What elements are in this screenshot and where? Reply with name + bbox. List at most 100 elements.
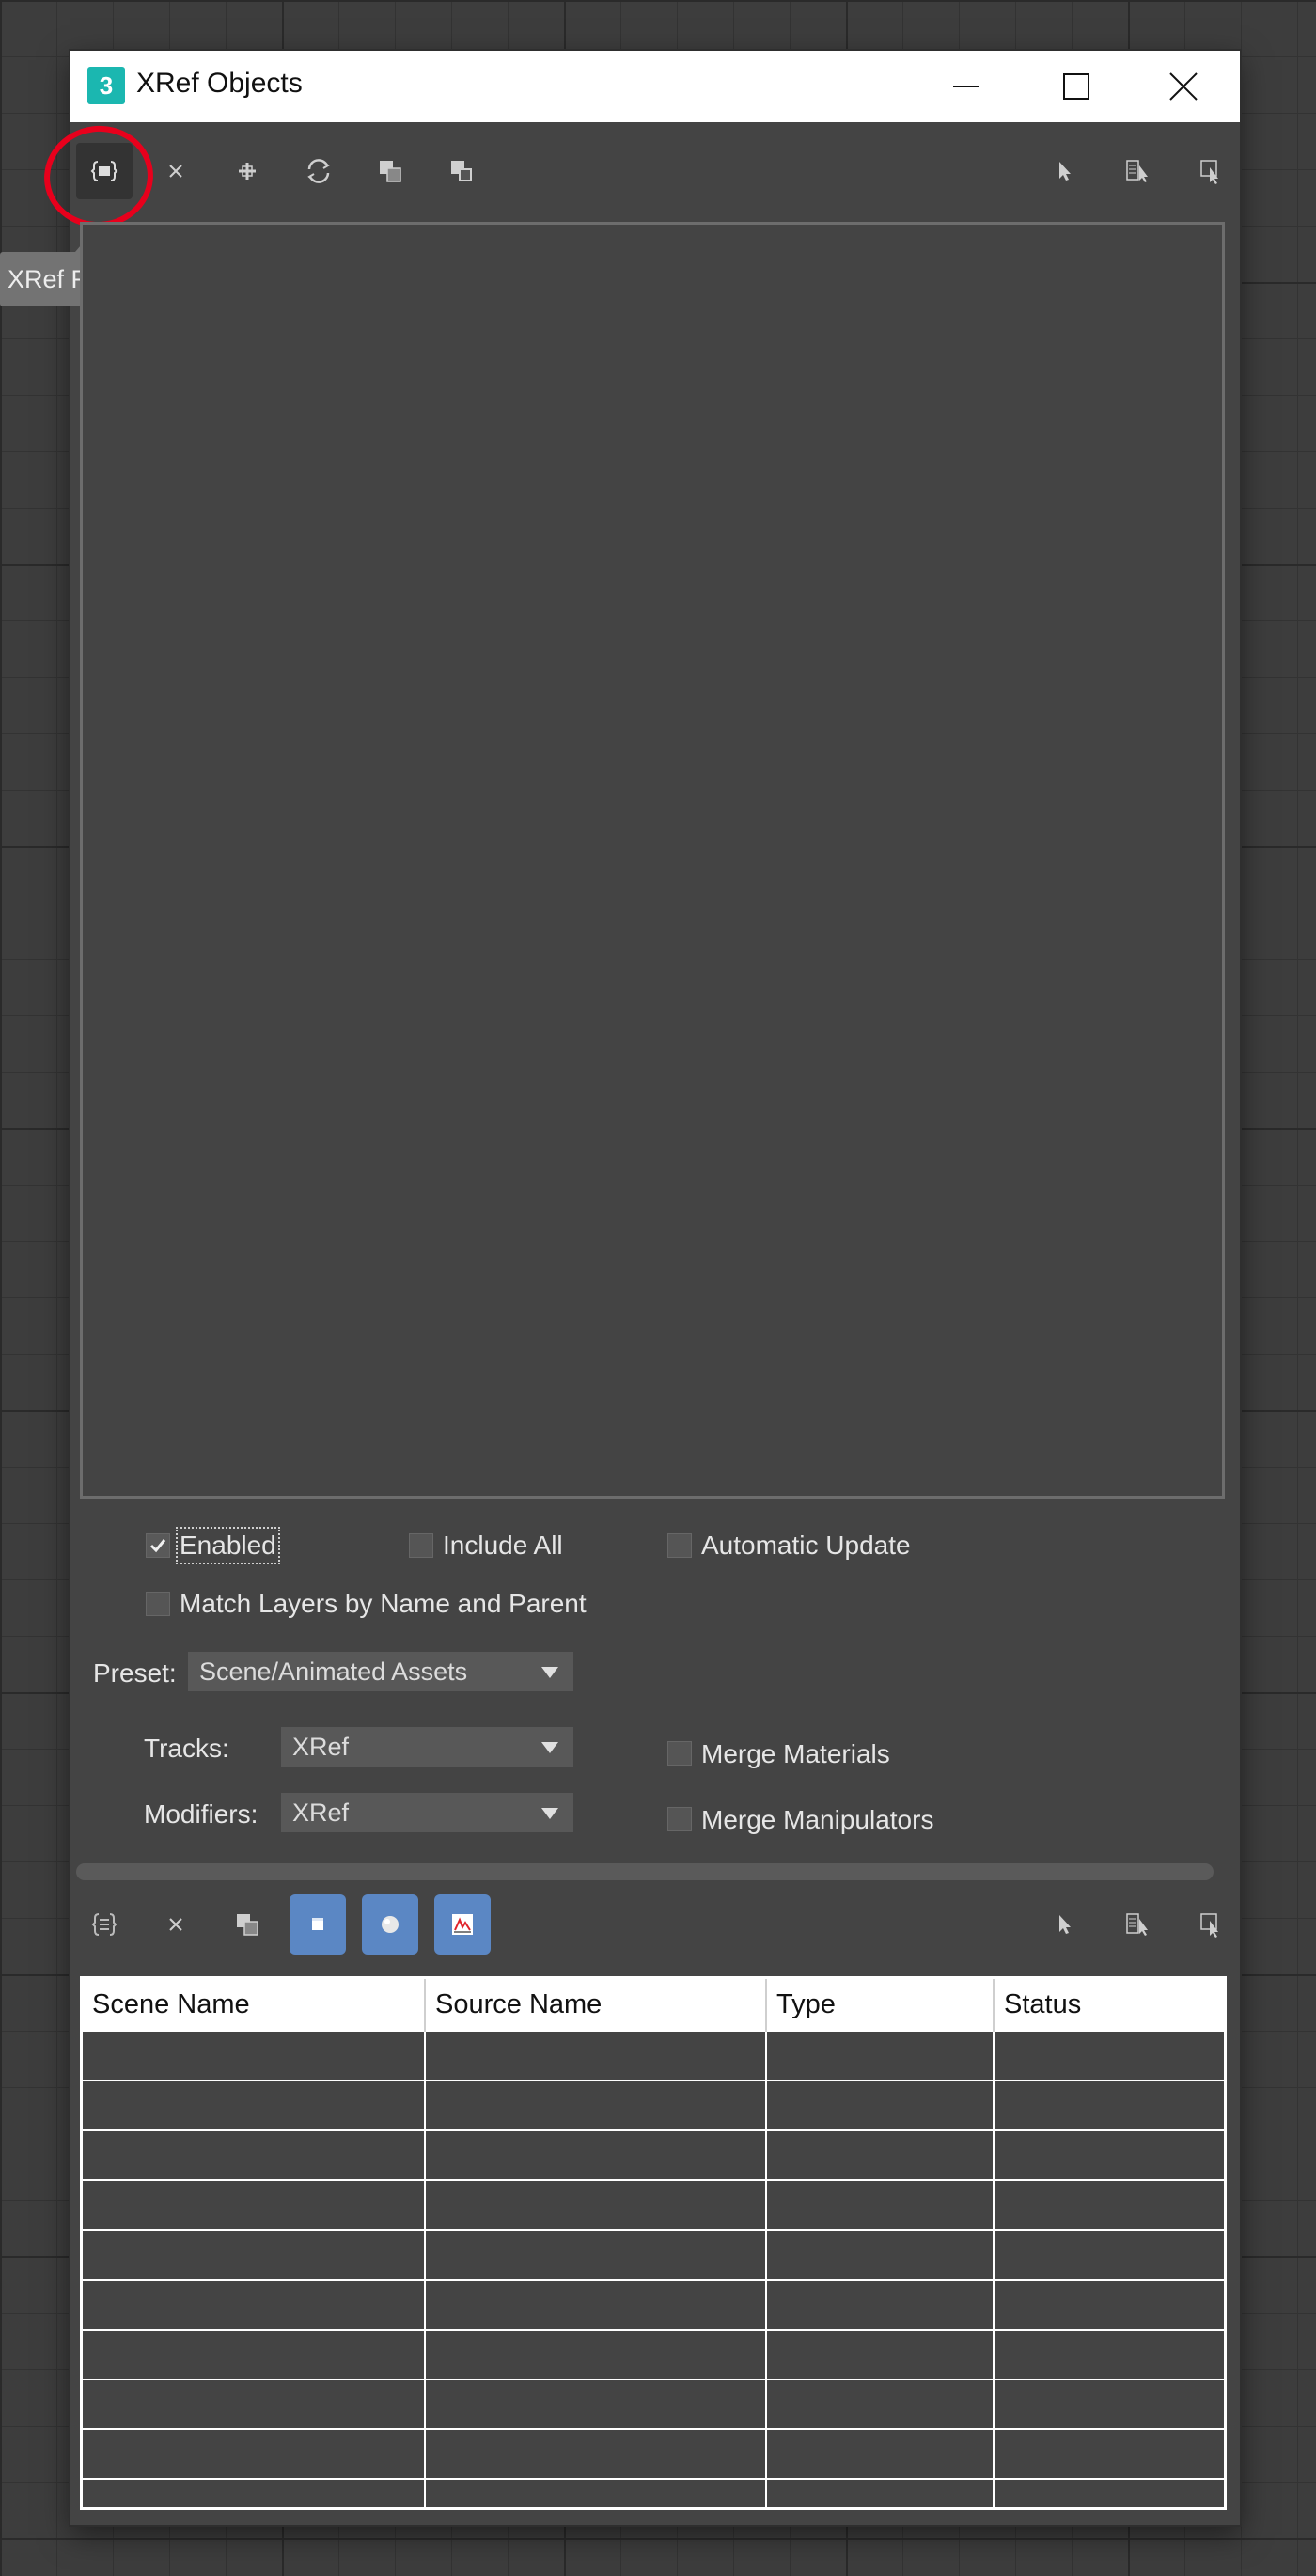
- select-by-name-button[interactable]: [1110, 143, 1167, 199]
- table-cell[interactable]: [83, 2428, 426, 2479]
- tracks-dropdown[interactable]: XRef: [281, 1727, 573, 1767]
- table-cell[interactable]: [994, 2229, 1224, 2280]
- table-cell[interactable]: [766, 2329, 995, 2380]
- close-button[interactable]: [1127, 51, 1240, 122]
- table-row[interactable]: [83, 2329, 1224, 2380]
- table-cell[interactable]: [766, 2030, 995, 2081]
- maximize-button[interactable]: [1020, 51, 1133, 122]
- table-row[interactable]: [83, 2379, 1224, 2429]
- table-row[interactable]: [83, 2428, 1224, 2479]
- automatic-update-checkbox[interactable]: [667, 1533, 692, 1558]
- table-body[interactable]: [83, 2030, 1224, 2507]
- dropdown-arrow-icon: [541, 1667, 558, 1678]
- include-all-label: Include All: [443, 1531, 563, 1560]
- column-header-status[interactable]: Status: [994, 1979, 1224, 2031]
- title-bar[interactable]: 3 XRef Objects: [70, 51, 1240, 122]
- table-cell[interactable]: [425, 2129, 767, 2180]
- refresh-icon: [307, 159, 330, 183]
- dropdown-arrow-icon: [541, 1808, 558, 1819]
- select-object-button[interactable]: [1037, 1896, 1093, 1953]
- column-header-type[interactable]: Type: [766, 1979, 995, 2031]
- table-cell[interactable]: [83, 2379, 426, 2429]
- table-cell[interactable]: [994, 2129, 1224, 2180]
- automatic-update-label: Automatic Update: [701, 1531, 911, 1560]
- enabled-label: Enabled: [176, 1527, 280, 1564]
- table-cell[interactable]: [425, 2179, 767, 2230]
- table-cell[interactable]: [766, 2229, 995, 2280]
- table-cell[interactable]: [83, 2179, 426, 2230]
- convert-selected-button[interactable]: [362, 143, 418, 199]
- table-cell[interactable]: [766, 2080, 995, 2130]
- materials-filter-toggle[interactable]: [362, 1894, 418, 1955]
- table-cell[interactable]: [83, 2279, 426, 2330]
- column-header-source-name[interactable]: Source Name: [425, 1979, 767, 2031]
- modifiers-dropdown[interactable]: XRef: [281, 1793, 573, 1832]
- table-cell[interactable]: [766, 2279, 995, 2330]
- table-cell[interactable]: [994, 2179, 1224, 2230]
- remove-object-button[interactable]: [148, 1896, 204, 1953]
- table-cell[interactable]: [83, 2129, 426, 2180]
- table-cell[interactable]: [425, 2379, 767, 2429]
- table-cell[interactable]: [83, 2478, 426, 2507]
- merge-manipulators-checkbox[interactable]: [667, 1807, 692, 1831]
- xref-items-table[interactable]: Scene Name Source Name Type Status: [80, 1976, 1227, 2510]
- table-row[interactable]: [83, 2080, 1224, 2130]
- table-row[interactable]: [83, 2129, 1224, 2180]
- table-cell[interactable]: [83, 2229, 426, 2280]
- refresh-button[interactable]: [290, 143, 347, 199]
- table-cell[interactable]: [994, 2030, 1224, 2081]
- table-cell[interactable]: [425, 2229, 767, 2280]
- table-row[interactable]: [83, 2229, 1224, 2280]
- select-object-by-name-button[interactable]: [1110, 1896, 1167, 1953]
- table-cell[interactable]: [83, 2080, 426, 2130]
- table-cell[interactable]: [425, 2329, 767, 2380]
- select-button[interactable]: [1037, 143, 1093, 199]
- annotation-circle: [38, 118, 160, 235]
- table-cell[interactable]: [994, 2478, 1224, 2507]
- highlight-button[interactable]: [1183, 143, 1240, 199]
- match-layers-label: Match Layers by Name and Parent: [180, 1589, 587, 1618]
- table-cell[interactable]: [425, 2030, 767, 2081]
- objects-filter-toggle[interactable]: [290, 1894, 346, 1955]
- table-cell[interactable]: [994, 2329, 1224, 2380]
- table-cell[interactable]: [83, 2329, 426, 2380]
- controllers-filter-toggle[interactable]: [434, 1894, 491, 1955]
- table-cell[interactable]: [425, 2478, 767, 2507]
- preset-dropdown[interactable]: Scene/Animated Assets: [188, 1652, 573, 1691]
- table-cell[interactable]: [994, 2279, 1224, 2330]
- table-cell[interactable]: [766, 2379, 995, 2429]
- remove-button[interactable]: [148, 143, 204, 199]
- horizontal-scrollbar[interactable]: [76, 1863, 1214, 1880]
- table-row[interactable]: [83, 2478, 1224, 2507]
- table-cell[interactable]: [766, 2129, 995, 2180]
- table-cell[interactable]: [994, 2379, 1224, 2429]
- table-cell[interactable]: [766, 2478, 995, 2507]
- table-row[interactable]: [83, 2030, 1224, 2081]
- table-cell[interactable]: [994, 2080, 1224, 2130]
- table-cell[interactable]: [425, 2080, 767, 2130]
- merge-materials-checkbox[interactable]: [667, 1741, 692, 1766]
- material-icon: [382, 1916, 399, 1933]
- table-cell[interactable]: [994, 2428, 1224, 2479]
- xref-objects-window: 3 XRef Objects XRef Record fro: [0, 51, 1240, 2525]
- column-header-scene-name[interactable]: Scene Name: [83, 1979, 426, 2031]
- table-cell[interactable]: [83, 2030, 426, 2081]
- include-all-checkbox[interactable]: [409, 1533, 433, 1558]
- select-by-name-icon: [1126, 1913, 1148, 1936]
- highlight-object-button[interactable]: [1183, 1896, 1240, 1953]
- xref-record-list[interactable]: [80, 222, 1225, 1499]
- table-cell[interactable]: [425, 2428, 767, 2479]
- minimize-button[interactable]: [910, 51, 1023, 122]
- add-object-button[interactable]: [76, 1896, 133, 1953]
- merge-object-button[interactable]: [219, 1896, 275, 1953]
- highlight-icon: [1200, 1913, 1218, 1938]
- merge-button[interactable]: [433, 143, 490, 199]
- table-cell[interactable]: [425, 2279, 767, 2330]
- table-cell[interactable]: [766, 2179, 995, 2230]
- match-layers-checkbox[interactable]: [146, 1592, 170, 1616]
- table-cell[interactable]: [766, 2428, 995, 2479]
- table-row[interactable]: [83, 2279, 1224, 2330]
- table-row[interactable]: [83, 2179, 1224, 2230]
- add-button[interactable]: [219, 143, 275, 199]
- enabled-checkbox[interactable]: [146, 1533, 170, 1558]
